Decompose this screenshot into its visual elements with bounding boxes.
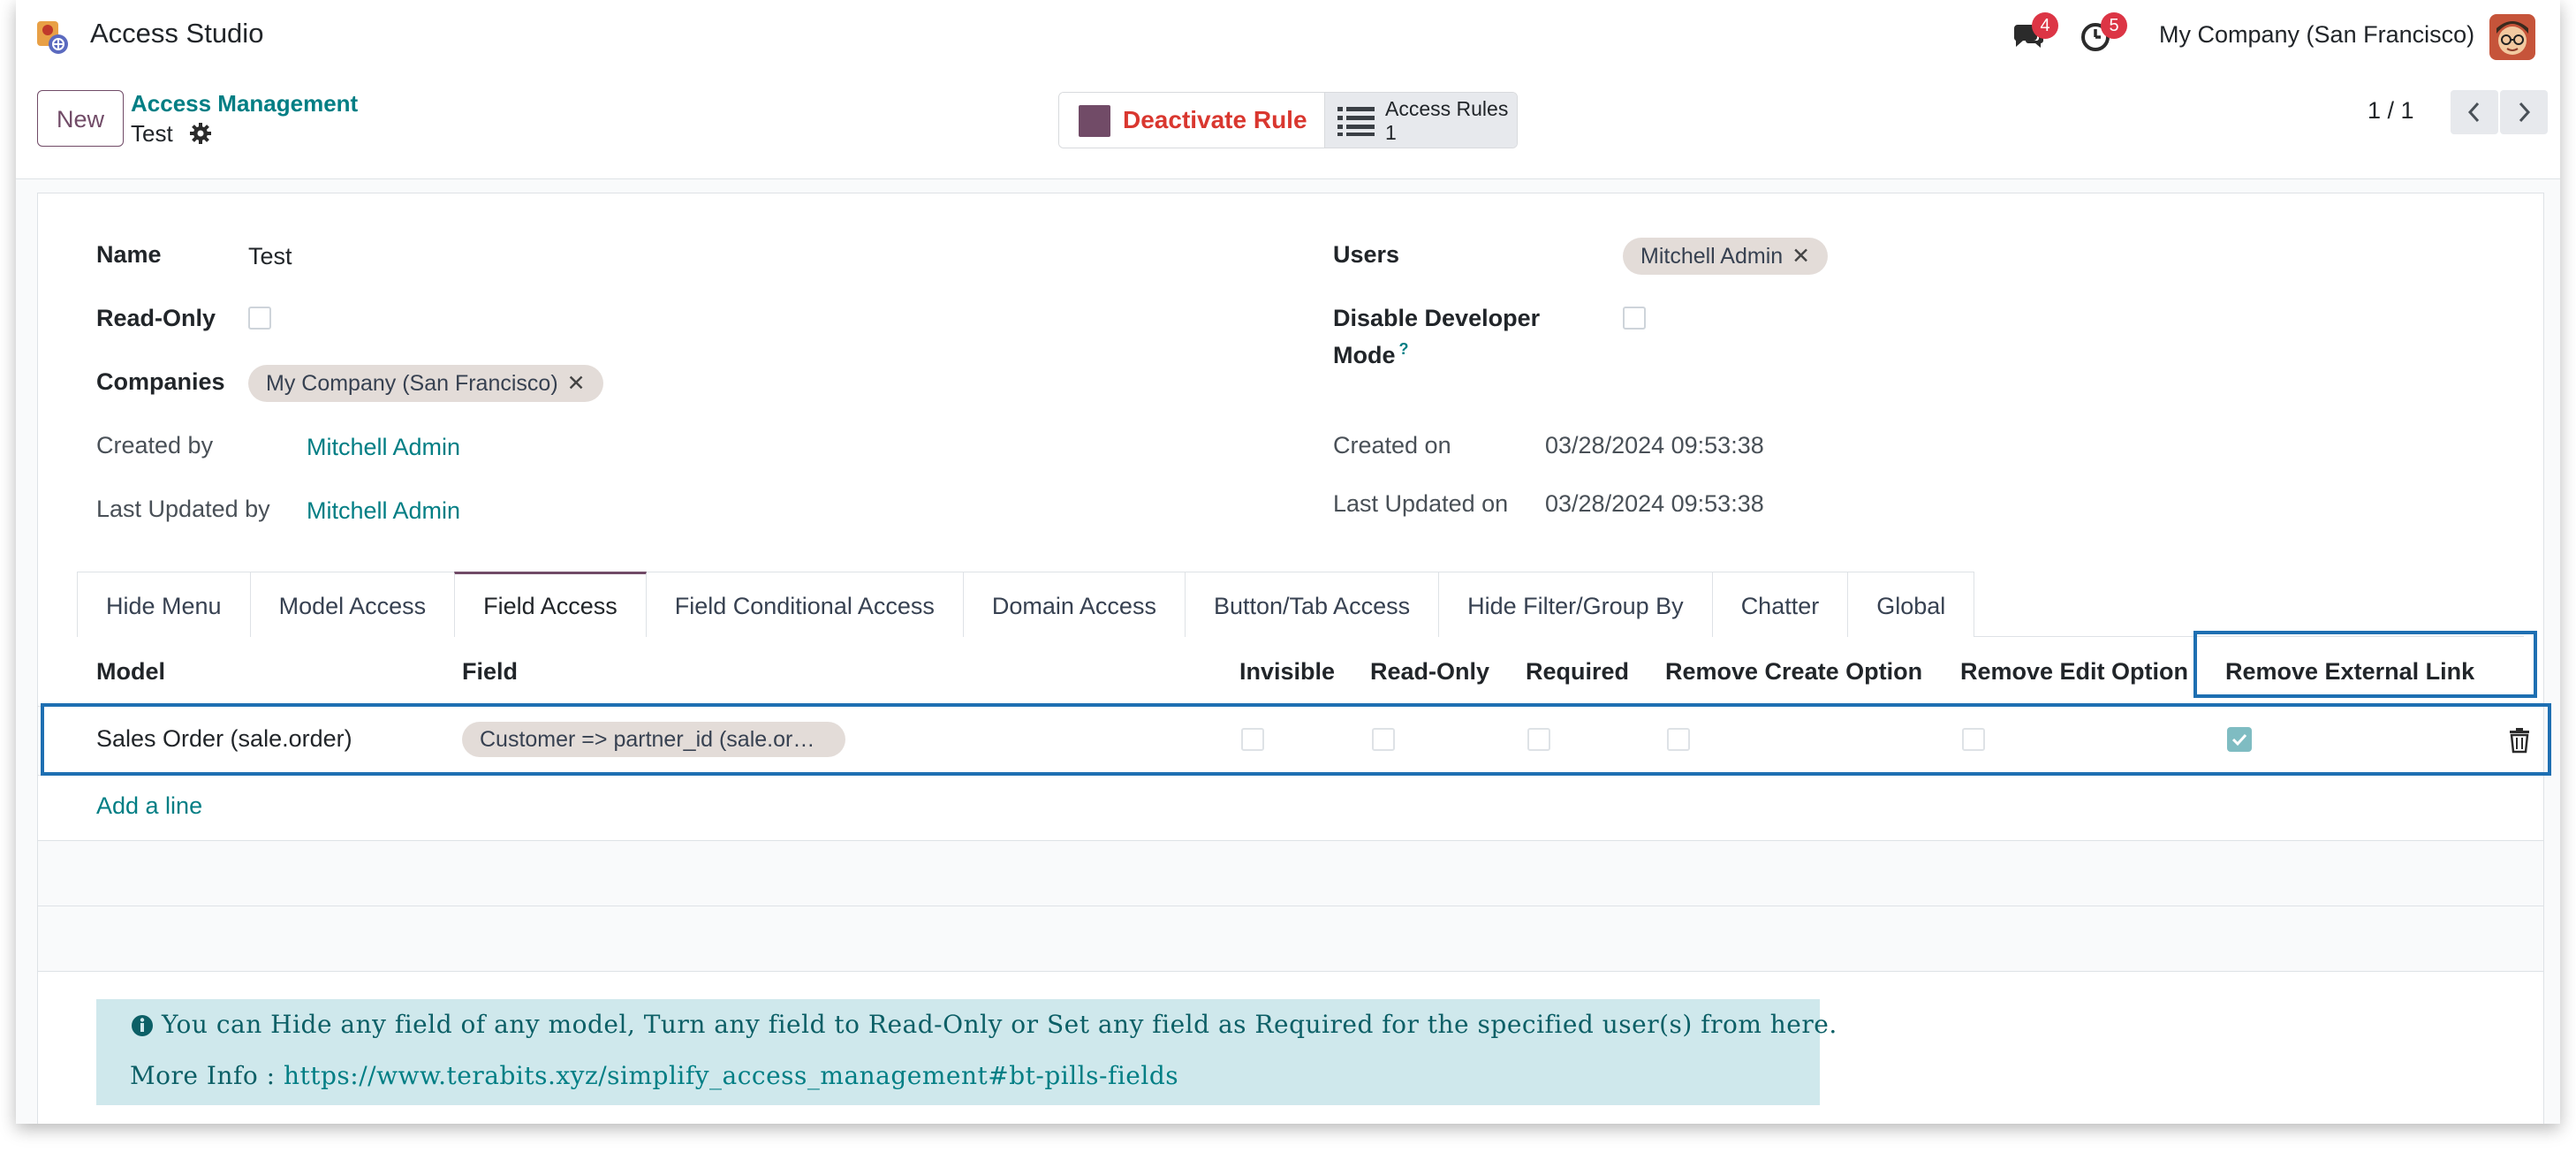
disable-developer-mode-checkbox[interactable] bbox=[1623, 307, 1646, 330]
info-circle-icon bbox=[132, 1015, 153, 1036]
breadcrumb-current-record: Test bbox=[131, 120, 173, 147]
gear-icon[interactable] bbox=[189, 122, 212, 145]
deactivate-rule-button[interactable]: Deactivate Rule bbox=[1059, 93, 1324, 148]
tab-chatter[interactable]: Chatter bbox=[1711, 572, 1849, 637]
pager-value[interactable]: 1 / 1 bbox=[2368, 97, 2414, 125]
tab-field-conditional-access[interactable]: Field Conditional Access bbox=[645, 572, 964, 637]
row-divider bbox=[38, 971, 2543, 972]
users-label: Users bbox=[1333, 241, 1400, 268]
highlight-remove-external-column bbox=[2193, 631, 2537, 698]
add-a-line-link[interactable]: Add a line bbox=[96, 792, 202, 820]
access-rules-count: 1 bbox=[1385, 121, 1397, 144]
last-updated-on-value: 03/28/2024 09:53:38 bbox=[1545, 490, 1764, 517]
stop-square-icon bbox=[1079, 105, 1110, 137]
column-header-readonly[interactable]: Read-Only bbox=[1370, 658, 1489, 686]
notebook-tabs: Hide Menu Model Access Field Access Fiel… bbox=[77, 572, 1975, 637]
created-on-value: 03/28/2024 09:53:38 bbox=[1545, 432, 1764, 459]
name-label: Name bbox=[96, 241, 162, 268]
tab-domain-access[interactable]: Domain Access bbox=[962, 572, 1186, 637]
top-navbar: Access Studio 4 5 My Company (San Franci… bbox=[16, 0, 2560, 75]
deactivate-rule-label: Deactivate Rule bbox=[1123, 106, 1307, 133]
company-tag-label: My Company (San Francisco) bbox=[266, 371, 558, 396]
tab-model-access[interactable]: Model Access bbox=[249, 572, 456, 637]
created-on-label: Created on bbox=[1333, 432, 1451, 459]
empty-row bbox=[38, 841, 2543, 906]
messages-badge: 4 bbox=[2032, 12, 2058, 39]
name-field[interactable]: Test bbox=[248, 243, 292, 270]
access-studio-app-icon[interactable] bbox=[34, 18, 72, 57]
tab-field-access[interactable]: Field Access bbox=[454, 572, 647, 637]
remove-tag-icon[interactable]: ✕ bbox=[567, 371, 586, 396]
created-by-link[interactable]: Mitchell Admin bbox=[307, 434, 460, 461]
app-window: Access Studio 4 5 My Company (San Franci… bbox=[16, 0, 2560, 1124]
company-tag[interactable]: My Company (San Francisco) ✕ bbox=[248, 365, 603, 402]
column-header-model[interactable]: Model bbox=[96, 658, 165, 686]
tab-hide-filter-group-by[interactable]: Hide Filter/Group By bbox=[1438, 572, 1713, 637]
companies-label: Companies bbox=[96, 368, 225, 395]
access-rules-button[interactable]: Access Rules 1 bbox=[1324, 93, 1517, 148]
more-info-link[interactable]: https://www.terabits.xyz/simplify_access… bbox=[284, 1061, 1178, 1090]
created-by-label: Created by bbox=[96, 432, 214, 459]
readonly-label: Read-Only bbox=[96, 305, 216, 331]
company-switcher[interactable]: My Company (San Francisco) bbox=[2159, 21, 2474, 49]
column-header-field[interactable]: Field bbox=[462, 658, 518, 686]
chevron-left-icon bbox=[2467, 102, 2480, 123]
disable-developer-mode-label-line2: Mode? bbox=[1333, 340, 1409, 369]
empty-row bbox=[38, 906, 2543, 972]
tab-global[interactable]: Global bbox=[1847, 572, 1975, 637]
last-updated-by-link[interactable]: Mitchell Admin bbox=[307, 497, 460, 525]
highlight-table-row bbox=[41, 703, 2551, 776]
last-updated-by-label: Last Updated by bbox=[96, 496, 270, 522]
column-header-remove-create-option[interactable]: Remove Create Option bbox=[1665, 658, 1922, 686]
app-title[interactable]: Access Studio bbox=[90, 18, 263, 49]
help-tooltip-icon[interactable]: ? bbox=[1399, 340, 1409, 358]
column-header-invisible[interactable]: Invisible bbox=[1239, 658, 1335, 686]
info-message: You can Hide any field of any model, Tur… bbox=[162, 1010, 1837, 1039]
pager-previous-button[interactable] bbox=[2451, 90, 2498, 134]
last-updated-on-label: Last Updated on bbox=[1333, 490, 1509, 517]
form-sheet: Name Test Read-Only Companies My Company… bbox=[37, 193, 2544, 1124]
tab-hide-menu[interactable]: Hide Menu bbox=[77, 572, 251, 637]
activity-badge: 5 bbox=[2101, 12, 2127, 39]
user-tag[interactable]: Mitchell Admin ✕ bbox=[1623, 238, 1829, 275]
info-more: More Info : https://www.terabits.xyz/sim… bbox=[130, 1061, 1178, 1090]
user-avatar[interactable] bbox=[2489, 14, 2535, 60]
more-info-prefix: More Info : bbox=[130, 1061, 284, 1090]
tab-button-tab-access[interactable]: Button/Tab Access bbox=[1184, 572, 1440, 637]
mode-word: Mode bbox=[1333, 342, 1396, 368]
remove-tag-icon[interactable]: ✕ bbox=[1792, 244, 1810, 269]
user-tag-label: Mitchell Admin bbox=[1640, 244, 1784, 269]
pager-next-button[interactable] bbox=[2500, 90, 2548, 134]
column-header-remove-edit-option[interactable]: Remove Edit Option bbox=[1960, 658, 2188, 686]
disable-developer-mode-label: Disable Developer bbox=[1333, 305, 1541, 331]
readonly-checkbox[interactable] bbox=[248, 307, 271, 330]
new-button[interactable]: New bbox=[37, 90, 124, 147]
control-panel: New Access Management Test Deactivate Ru… bbox=[16, 74, 2560, 179]
column-header-required[interactable]: Required bbox=[1526, 658, 1629, 686]
list-icon bbox=[1337, 107, 1375, 136]
smart-buttons: Deactivate Rule Access Rules 1 bbox=[1058, 92, 1518, 148]
access-rules-label: Access Rules bbox=[1385, 97, 1509, 120]
breadcrumb-access-management[interactable]: Access Management bbox=[131, 90, 358, 117]
chevron-right-icon bbox=[2519, 102, 2531, 123]
info-banner: You can Hide any field of any model, Tur… bbox=[96, 999, 1837, 1105]
